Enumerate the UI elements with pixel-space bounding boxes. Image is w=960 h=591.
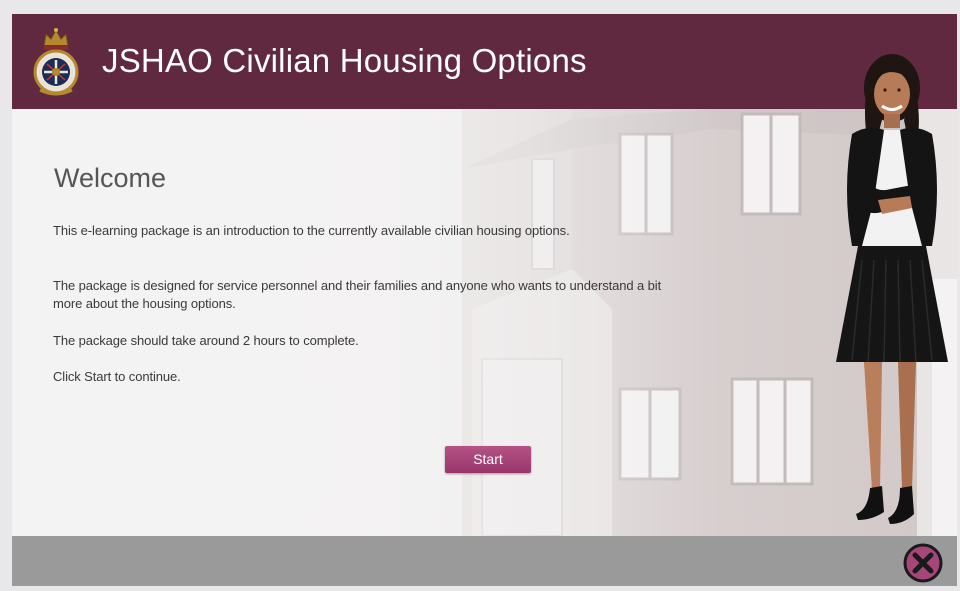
welcome-heading: Welcome	[54, 163, 167, 193]
app-title: JSHAO Civilian Housing Options	[102, 42, 587, 79]
presenter-woman-image	[836, 54, 948, 524]
duration-paragraph: The package should take around 2 hours t…	[53, 333, 359, 348]
instruction-paragraph: Click Start to continue.	[53, 369, 181, 384]
app-window: JSHAO Civilian Housing Options Welcome T…	[12, 14, 957, 586]
audience-paragraph: The package is designed for service pers…	[53, 278, 662, 311]
start-button[interactable]: Start	[445, 446, 531, 473]
intro-paragraph: This e-learning package is an introducti…	[53, 223, 570, 238]
crest-logo-icon	[33, 28, 79, 96]
close-icon[interactable]	[903, 543, 943, 583]
